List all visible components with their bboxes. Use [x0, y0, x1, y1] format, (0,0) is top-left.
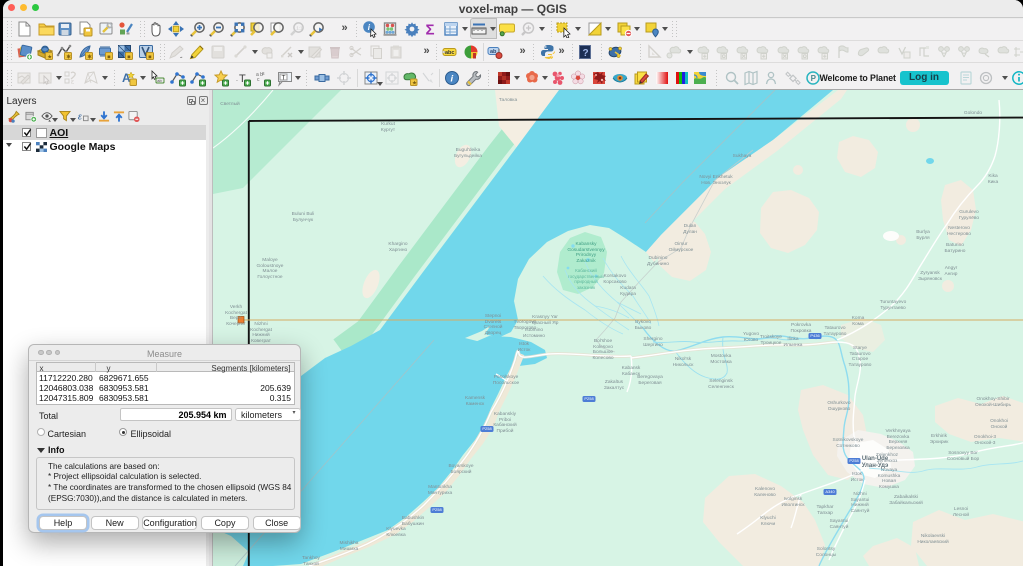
- svg-text:1:1: 1:1: [296, 25, 303, 30]
- svg-text:■: ■: [107, 54, 110, 60]
- svg-text:T: T: [281, 74, 285, 81]
- svg-text:ε: ε: [71, 79, 74, 86]
- svg-text:P: P: [810, 74, 816, 83]
- svg-text:.: .: [236, 76, 238, 83]
- svg-text:★: ★: [412, 79, 417, 86]
- svg-text:■: ■: [148, 54, 151, 60]
- svg-text:★: ★: [47, 53, 52, 60]
- svg-text:?: ?: [582, 48, 588, 59]
- svg-text:ε: ε: [77, 112, 82, 122]
- svg-text:Σ: Σ: [425, 21, 434, 38]
- svg-text:i: i: [450, 73, 453, 84]
- svg-text:■: ■: [127, 54, 130, 60]
- svg-text:abc: abc: [445, 50, 454, 56]
- svg-text:✱: ✱: [87, 53, 92, 60]
- svg-text:✱: ✱: [66, 53, 71, 60]
- svg-text:s: s: [262, 71, 265, 77]
- svg-text:ab: ab: [157, 78, 162, 83]
